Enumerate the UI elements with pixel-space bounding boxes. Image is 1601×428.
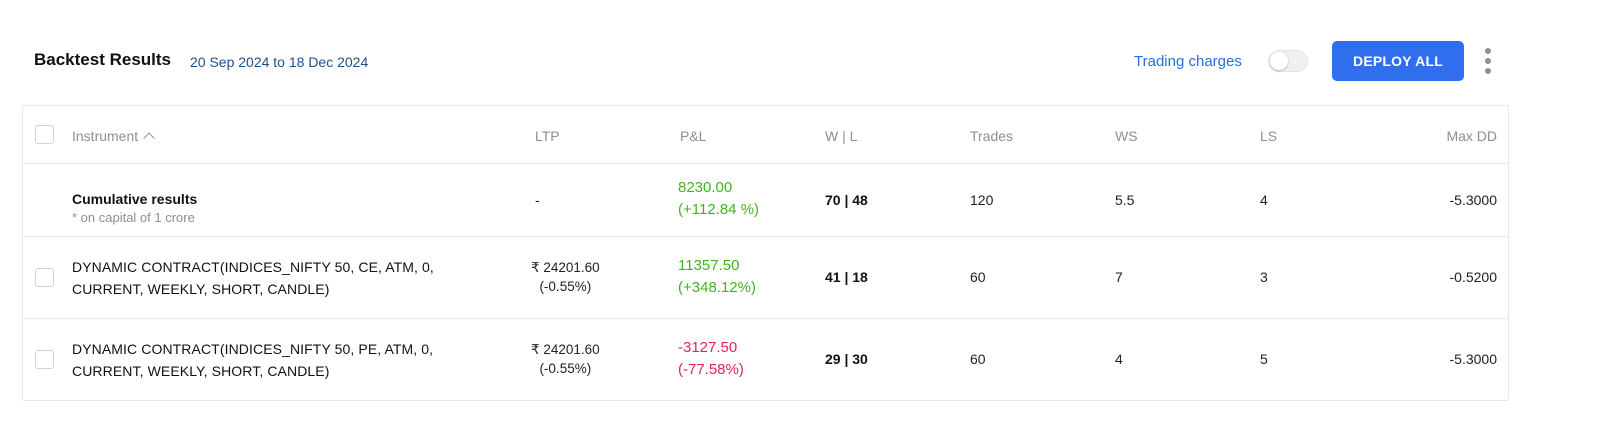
table-header-row: Instrument LTP P&L W | L Trades WS LS Ma…: [23, 106, 1508, 164]
column-header-instrument[interactable]: Instrument: [72, 128, 155, 144]
column-header-win-loss[interactable]: W | L: [825, 128, 857, 144]
column-header-pnl[interactable]: P&L: [680, 128, 706, 144]
instrument-name: DYNAMIC CONTRACT(INDICES_NIFTY 50, CE, A…: [72, 259, 434, 297]
cumulative-label: Cumulative results: [72, 191, 198, 207]
column-header-trades[interactable]: Trades: [970, 128, 1013, 144]
cumulative-ws: 5.5: [1115, 192, 1135, 208]
page-title: Backtest Results: [34, 50, 172, 69]
trades-count: 60: [970, 351, 986, 367]
pnl-value: -3127.50 (-77.58%): [678, 339, 744, 378]
column-header-ws[interactable]: WS: [1115, 128, 1138, 144]
results-header: Backtest Results 20 Sep 2024 to 18 Dec 2…: [0, 0, 1601, 104]
max-dd-value: -5.3000: [1449, 351, 1497, 367]
row-checkbox[interactable]: [35, 268, 54, 287]
more-options-icon[interactable]: [1480, 46, 1496, 76]
capital-note: * on capital of 1 crore: [72, 210, 195, 225]
cumulative-row: Cumulative results * on capital of 1 cro…: [23, 164, 1508, 237]
max-dd-value: -0.5200: [1449, 269, 1497, 285]
trading-charges-label: Trading charges: [1134, 53, 1242, 70]
cumulative-pnl: 8230.00 (+112.84 %): [678, 179, 760, 218]
instrument-name: DYNAMIC CONTRACT(INDICES_NIFTY 50, PE, A…: [72, 341, 434, 379]
cumulative-ls: 4: [1260, 192, 1268, 208]
column-header-ltp[interactable]: LTP: [535, 128, 560, 144]
trading-charges-toggle[interactable]: [1268, 50, 1308, 72]
table-row[interactable]: DYNAMIC CONTRACT(INDICES_NIFTY 50, PE, A…: [23, 319, 1508, 401]
column-header-max-dd[interactable]: Max DD: [1446, 128, 1497, 144]
ls-value: 3: [1260, 269, 1268, 285]
ws-value: 7: [1115, 269, 1123, 285]
column-header-ls[interactable]: LS: [1260, 128, 1277, 144]
ws-value: 4: [1115, 351, 1123, 367]
win-loss: 41 | 18: [825, 269, 868, 285]
toggle-knob: [1270, 52, 1288, 70]
results-table: Instrument LTP P&L W | L Trades WS LS Ma…: [22, 105, 1509, 401]
sort-ascending-icon: [143, 132, 155, 144]
table-row[interactable]: DYNAMIC CONTRACT(INDICES_NIFTY 50, CE, A…: [23, 237, 1508, 319]
cumulative-win-loss: 70 | 48: [825, 192, 868, 208]
row-checkbox[interactable]: [35, 350, 54, 369]
select-all-checkbox[interactable]: [35, 125, 54, 144]
ltp-value: ₹ 24201.60 (-0.55%): [531, 342, 600, 376]
date-range: 20 Sep 2024 to 18 Dec 2024: [190, 54, 369, 70]
cumulative-ltp: -: [535, 192, 540, 208]
cumulative-trades: 120: [970, 192, 994, 208]
ls-value: 5: [1260, 351, 1268, 367]
pnl-value: 11357.50 (+348.12%): [678, 257, 756, 296]
cumulative-max-dd: -5.3000: [1449, 192, 1497, 208]
deploy-all-button[interactable]: DEPLOY ALL: [1332, 41, 1464, 81]
trades-count: 60: [970, 269, 986, 285]
win-loss: 29 | 30: [825, 351, 868, 367]
ltp-value: ₹ 24201.60 (-0.55%): [531, 260, 600, 294]
